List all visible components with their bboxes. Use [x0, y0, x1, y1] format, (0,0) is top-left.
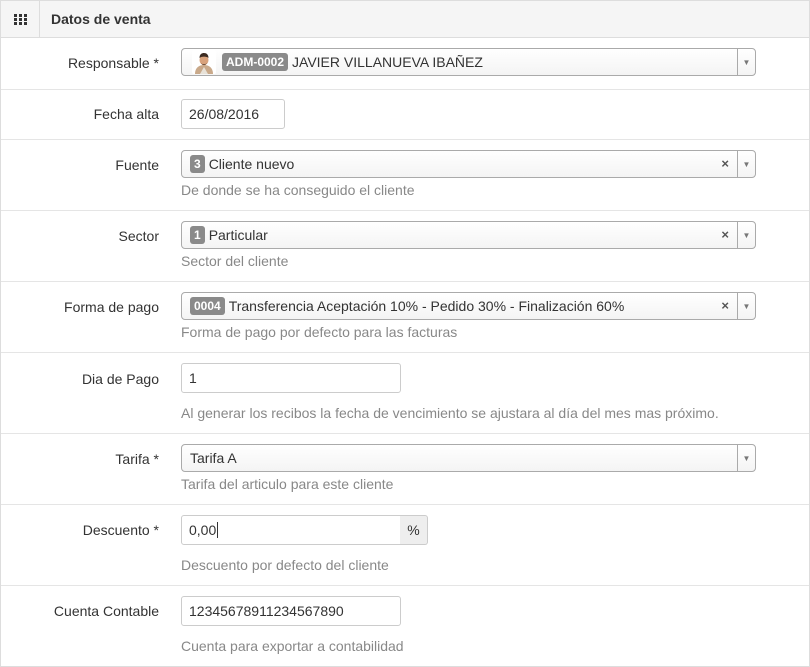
avatar — [192, 50, 216, 74]
row-fuente: Fuente 3 Cliente nuevo × ▼ De donde se h… — [1, 140, 809, 211]
tarifa-help: Tarifa del articulo para este cliente — [181, 476, 394, 492]
row-dia-pago: Dia de Pago 1 Al generar los recibos la … — [1, 353, 809, 434]
responsable-code-badge: ADM-0002 — [222, 53, 289, 71]
row-cuenta-contable: Cuenta Contable 12345678911234567890 Cue… — [1, 586, 809, 667]
descuento-label: Descuento * — [82, 522, 159, 538]
cuenta-contable-input[interactable]: 12345678911234567890 — [181, 596, 401, 626]
row-sector: Sector 1 Particular × ▼ Sector del clien… — [1, 211, 809, 282]
forma-pago-code-badge: 0004 — [190, 297, 225, 315]
dia-pago-help: Al generar los recibos la fecha de venci… — [181, 405, 719, 421]
sector-select[interactable]: 1 Particular × ▼ — [181, 221, 756, 249]
clear-icon[interactable]: × — [721, 156, 729, 171]
row-forma-pago: Forma de pago 0004 Transferencia Aceptac… — [1, 282, 809, 353]
clear-icon[interactable]: × — [721, 298, 729, 313]
row-tarifa: Tarifa * Tarifa A ▼ Tarifa del articulo … — [1, 434, 809, 505]
forma-pago-select[interactable]: 0004 Transferencia Aceptación 10% - Pedi… — [181, 292, 756, 320]
fuente-code-badge: 3 — [190, 155, 205, 173]
clear-icon[interactable]: × — [721, 227, 729, 242]
chevron-down-icon[interactable]: ▼ — [737, 151, 755, 177]
chevron-down-icon[interactable]: ▼ — [737, 49, 755, 75]
responsable-select[interactable]: ADM-0002 JAVIER VILLANUEVA IBAÑEZ ▼ — [181, 48, 756, 76]
tarifa-select[interactable]: Tarifa A ▼ — [181, 444, 756, 472]
panel-header: Datos de venta — [1, 0, 809, 38]
dia-pago-label: Dia de Pago — [81, 371, 159, 387]
fecha-alta-input[interactable]: 26/08/2016 — [181, 99, 285, 129]
sector-value: Particular — [208, 227, 268, 243]
forma-pago-label: Forma de pago — [64, 299, 159, 315]
responsable-label: Responsable * — [67, 55, 159, 71]
responsable-value: JAVIER VILLANUEVA IBAÑEZ — [292, 54, 483, 70]
row-descuento: Descuento * 0,00 % Descuento por defecto… — [1, 505, 809, 586]
descuento-value: 0,00 — [189, 522, 217, 538]
row-fecha-alta: Fecha alta 26/08/2016 — [1, 90, 809, 140]
fuente-select[interactable]: 3 Cliente nuevo × ▼ — [181, 150, 756, 178]
dia-pago-input[interactable]: 1 — [181, 363, 401, 393]
text-cursor — [217, 522, 219, 538]
sector-help: Sector del cliente — [181, 253, 289, 269]
fecha-alta-label: Fecha alta — [93, 106, 159, 122]
descuento-input[interactable]: 0,00 — [181, 515, 401, 545]
chevron-down-icon[interactable]: ▼ — [737, 445, 755, 471]
sales-data-panel: Datos de venta Responsable * ADM-0002 JA… — [0, 0, 810, 667]
tarifa-value: Tarifa A — [190, 450, 237, 466]
grid-icon[interactable] — [1, 1, 40, 38]
row-responsable: Responsable * ADM-0002 JAVIER VILLANUEVA… — [1, 38, 809, 90]
forma-pago-help: Forma de pago por defecto para las factu… — [181, 324, 458, 340]
descuento-help: Descuento por defecto del cliente — [181, 557, 389, 573]
forma-pago-value: Transferencia Aceptación 10% - Pedido 30… — [228, 298, 625, 314]
cuenta-contable-help: Cuenta para exportar a contabilidad — [181, 638, 404, 654]
chevron-down-icon[interactable]: ▼ — [737, 222, 755, 248]
chevron-down-icon[interactable]: ▼ — [737, 293, 755, 319]
sector-label: Sector — [118, 228, 159, 244]
sector-code-badge: 1 — [190, 226, 205, 244]
fuente-help: De donde se ha conseguido el cliente — [181, 182, 415, 198]
fuente-label: Fuente — [115, 157, 159, 173]
cuenta-contable-label: Cuenta Contable — [53, 603, 159, 619]
fuente-value: Cliente nuevo — [208, 156, 295, 172]
panel-title: Datos de venta — [51, 11, 151, 27]
tarifa-label: Tarifa * — [115, 451, 159, 467]
percent-addon: % — [400, 515, 428, 545]
